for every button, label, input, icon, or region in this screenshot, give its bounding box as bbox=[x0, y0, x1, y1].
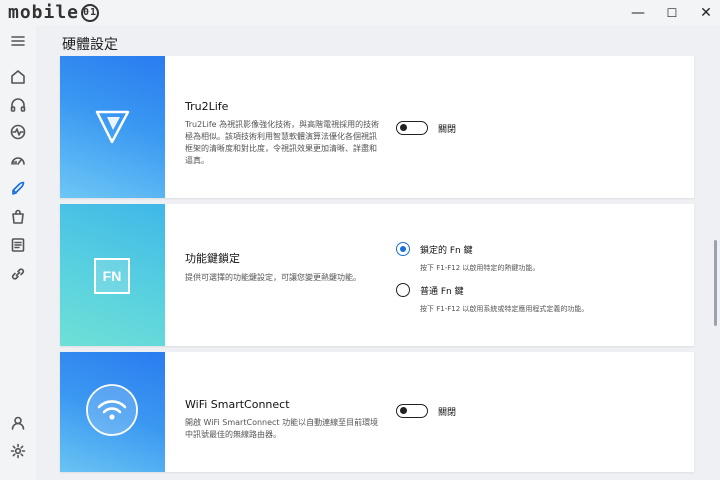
document-icon[interactable] bbox=[7, 234, 29, 256]
tru2life-toggle-row[interactable]: 關閉 bbox=[396, 121, 456, 135]
tru2life-card: Tru2Life Tru2Life 為視訊影像強化技術，與高階電視採用的技術極為… bbox=[60, 56, 694, 198]
wifi-toggle[interactable] bbox=[396, 404, 428, 418]
wifi-smartconnect-card: WiFi SmartConnect 開啟 WiFi SmartConnect 功… bbox=[60, 352, 694, 472]
locked-fn-option[interactable]: 鎖定的 Fn 鍵 bbox=[396, 242, 473, 256]
app-logo: mobile 01 bbox=[8, 2, 100, 23]
link-icon[interactable] bbox=[7, 263, 29, 285]
locked-fn-label: 鎖定的 Fn 鍵 bbox=[420, 245, 473, 256]
fn-lock-card: FN 功能鍵鎖定 提供可選擇的功能鍵設定，可讓您變更熱鍵功能。 鎖定的 Fn 鍵… bbox=[60, 204, 694, 346]
locked-fn-description: 按下 F1-F12 以啟用特定的熱鍵功能。 bbox=[420, 264, 540, 272]
page-title: 硬體設定 bbox=[62, 37, 118, 53]
wifi-toggle-row[interactable]: 關閉 bbox=[396, 404, 456, 418]
headphones-icon[interactable] bbox=[7, 94, 29, 116]
fn-key-label: FN bbox=[102, 268, 122, 284]
fn-lock-description: 提供可選擇的功能鍵設定，可讓您變更熱鍵功能。 bbox=[185, 273, 361, 282]
tru2life-title: Tru2Life bbox=[185, 100, 229, 113]
logo-mark: 01 bbox=[81, 4, 100, 22]
locked-fn-radio[interactable] bbox=[396, 242, 410, 256]
wifi-toggle-label: 關閉 bbox=[438, 407, 457, 418]
wifi-art bbox=[60, 352, 165, 472]
logo-text: mobile bbox=[8, 2, 80, 23]
fn-key-icon: FN bbox=[94, 258, 130, 294]
tru2life-toggle-label: 關閉 bbox=[438, 124, 457, 135]
settings-icon[interactable] bbox=[7, 440, 29, 462]
wifi-description: 開啟 WiFi SmartConnect 功能以自動連線至目前環境中訊號最佳的無… bbox=[185, 418, 379, 439]
user-icon[interactable] bbox=[7, 412, 29, 434]
maximize-button[interactable]: ☐ bbox=[656, 2, 688, 24]
fn-lock-art: FN bbox=[60, 204, 165, 346]
tru2life-description: Tru2Life 為視訊影像強化技術，與高階電視採用的技術極為相似。該項技術利用… bbox=[185, 120, 380, 165]
gauge-icon[interactable] bbox=[7, 149, 29, 171]
title-bar: mobile 01 — ☐ ✕ bbox=[0, 0, 720, 26]
sidebar bbox=[0, 26, 36, 480]
normal-fn-label: 普通 Fn 鍵 bbox=[420, 286, 464, 297]
home-icon[interactable] bbox=[7, 66, 29, 88]
wifi-title: WiFi SmartConnect bbox=[185, 398, 290, 411]
fn-lock-title: 功能鍵鎖定 bbox=[185, 252, 240, 265]
shopping-bag-icon[interactable] bbox=[7, 206, 29, 228]
tru2life-toggle[interactable] bbox=[396, 121, 428, 135]
close-button[interactable]: ✕ bbox=[690, 2, 720, 24]
wifi-icon bbox=[86, 384, 138, 436]
minimize-button[interactable]: — bbox=[622, 2, 654, 24]
normal-fn-radio[interactable] bbox=[396, 283, 410, 297]
normal-fn-description: 按下 F1-F12 以啟用系統或特定應用程式定義的功能。 bbox=[420, 305, 589, 313]
tru2life-icon bbox=[95, 110, 130, 144]
activity-icon[interactable] bbox=[7, 121, 29, 143]
rocket-icon[interactable] bbox=[7, 178, 29, 200]
tru2life-art bbox=[60, 56, 165, 198]
hamburger-icon[interactable] bbox=[7, 30, 29, 52]
scrollbar[interactable] bbox=[714, 240, 717, 326]
normal-fn-option[interactable]: 普通 Fn 鍵 bbox=[396, 283, 464, 297]
